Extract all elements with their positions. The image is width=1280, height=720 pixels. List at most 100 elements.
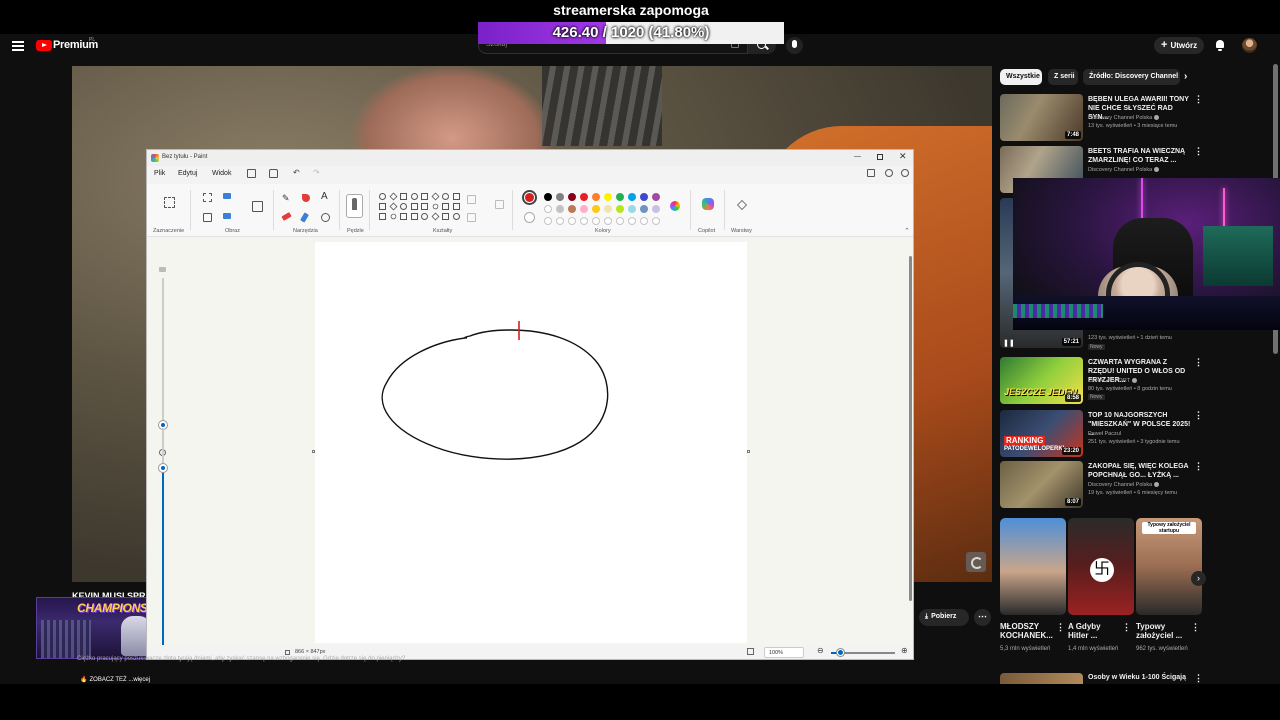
color-swatch[interactable] bbox=[628, 193, 636, 201]
replay-icon[interactable] bbox=[966, 552, 986, 572]
title-bar[interactable] bbox=[147, 150, 913, 166]
custom-color-slot[interactable] bbox=[652, 217, 660, 225]
create-button[interactable]: + Utwórz bbox=[1154, 37, 1204, 54]
video-thumbnail[interactable]: JESZCZE JEDEN 8:58 bbox=[1000, 357, 1083, 404]
color-swatch[interactable] bbox=[556, 205, 564, 213]
shape-icon[interactable] bbox=[400, 193, 407, 200]
minimize-button[interactable]: — bbox=[854, 153, 861, 160]
kebab-menu-icon[interactable]: ⋮ bbox=[1194, 461, 1203, 472]
magnifier-icon[interactable] bbox=[321, 213, 330, 222]
chip-series[interactable]: Z serii bbox=[1048, 69, 1078, 85]
shape-icon[interactable] bbox=[452, 213, 460, 220]
shape-icon[interactable] bbox=[379, 203, 386, 210]
kebab-menu-icon[interactable]: ⋮ bbox=[1056, 622, 1065, 633]
short-thumbnail[interactable]: Typowy założyciel startupu bbox=[1136, 518, 1202, 615]
chip-source[interactable]: Źródło: Discovery Channel bbox=[1083, 69, 1180, 85]
color-swatch[interactable] bbox=[568, 205, 576, 213]
video-thumbnail[interactable]: RANKING PATODEWELOPERKI 23:20 bbox=[1000, 410, 1083, 457]
menu-edit[interactable]: Edytuj bbox=[178, 170, 197, 177]
kebab-menu-icon[interactable]: ⋮ bbox=[1194, 673, 1203, 684]
chip-all[interactable]: Wszystkie bbox=[1000, 69, 1042, 85]
chevron-up-icon[interactable]: ⌃ bbox=[904, 227, 910, 235]
image-generator-icon[interactable] bbox=[252, 201, 263, 212]
color-swatch[interactable] bbox=[652, 193, 660, 201]
canvas-scrollbar[interactable] bbox=[909, 256, 912, 601]
shape-icon[interactable] bbox=[442, 213, 449, 220]
youtube-logo-icon[interactable] bbox=[36, 40, 52, 51]
list-item[interactable]: 7:48 BĘBEN ULEGA AWARII! TONY NIE CHCE S… bbox=[1000, 94, 1210, 146]
shape-icon[interactable] bbox=[400, 213, 407, 220]
shape-icon[interactable] bbox=[421, 203, 428, 210]
list-item[interactable]: RANKING PATODEWELOPERKI 23:20 TOP 10 NAJ… bbox=[1000, 410, 1210, 462]
paint-window[interactable]: Bez tytułu - Paint — ✕ Plik Edytuj Widok… bbox=[146, 149, 914, 660]
color-swatch[interactable] bbox=[616, 193, 624, 201]
hamburger-menu-icon[interactable] bbox=[12, 41, 24, 51]
menu-view[interactable]: Widok bbox=[212, 170, 231, 177]
color-swatch[interactable] bbox=[592, 193, 600, 201]
custom-color-slot[interactable] bbox=[544, 217, 552, 225]
undo-icon[interactable]: ↶ bbox=[293, 168, 300, 177]
color-swatch[interactable] bbox=[652, 205, 660, 213]
shape-icon[interactable] bbox=[421, 193, 428, 200]
shape-icon[interactable] bbox=[379, 213, 386, 220]
voice-search-button[interactable] bbox=[786, 37, 803, 54]
kebab-menu-icon[interactable]: ⋮ bbox=[1191, 622, 1200, 633]
copilot-icon[interactable] bbox=[702, 198, 714, 210]
pause-icon[interactable]: ❚❚ bbox=[1003, 339, 1015, 347]
line-width-icon[interactable] bbox=[495, 200, 504, 209]
rec-channel[interactable]: Discovery Channel Polska bbox=[1088, 482, 1160, 488]
color-swatch[interactable] bbox=[592, 205, 600, 213]
color-swatch[interactable] bbox=[544, 193, 552, 201]
custom-color-slot[interactable] bbox=[580, 217, 588, 225]
short-thumbnail[interactable] bbox=[1000, 518, 1066, 615]
kebab-menu-icon[interactable]: ⋮ bbox=[1122, 622, 1131, 633]
resize-icon[interactable] bbox=[223, 193, 231, 199]
short-title[interactable]: MŁODSZY KOCHANEK... bbox=[1000, 622, 1060, 640]
short-title[interactable]: Typowy założyciel ... bbox=[1136, 622, 1190, 640]
color-swatch[interactable] bbox=[640, 193, 648, 201]
pencil-icon[interactable]: ✎ bbox=[282, 193, 291, 203]
rec-channel[interactable]: Discovery Channel Polska bbox=[1088, 167, 1160, 173]
notifications-bell-icon[interactable] bbox=[1215, 40, 1225, 51]
list-item[interactable]: JESZCZE JEDEN 8:58 CZWARTA WYGRANA Z RZĘ… bbox=[1000, 357, 1210, 409]
see-more-link[interactable]: 🔥 ZOBACZ TEŻ ...więcej bbox=[80, 676, 150, 683]
custom-color-slot[interactable] bbox=[628, 217, 636, 225]
zoom-in-icon[interactable]: ⊕ bbox=[901, 646, 908, 655]
shape-icon[interactable] bbox=[452, 203, 460, 210]
short-thumbnail[interactable]: 卐 bbox=[1068, 518, 1134, 615]
redo-icon[interactable]: ↷ bbox=[313, 168, 320, 177]
save-icon[interactable] bbox=[247, 169, 256, 178]
canvas-resize-handle[interactable] bbox=[747, 450, 750, 453]
color-swatch[interactable] bbox=[604, 205, 612, 213]
avatar[interactable] bbox=[1242, 38, 1257, 53]
rec-title[interactable]: Osoby w Wieku 1-100 Ścigają bbox=[1088, 674, 1186, 681]
opacity-thumb[interactable] bbox=[159, 464, 167, 472]
selection-tool-icon[interactable] bbox=[164, 197, 175, 208]
color-swatch[interactable] bbox=[604, 193, 612, 201]
kebab-menu-icon[interactable]: ⋮ bbox=[1194, 410, 1203, 421]
list-item[interactable]: 8:07 ZAKOPAŁ SIĘ, WIĘC KOLEGA POPCHNĄŁ G… bbox=[1000, 461, 1210, 513]
custom-color-slot[interactable] bbox=[640, 217, 648, 225]
rec-channel[interactable]: CANAL+ SPORT bbox=[1088, 378, 1137, 384]
account-icon[interactable] bbox=[885, 169, 893, 177]
shape-icon[interactable] bbox=[452, 193, 460, 200]
shape-outline-icon[interactable] bbox=[467, 195, 476, 204]
shape-icon[interactable] bbox=[442, 203, 449, 210]
color-swatch[interactable] bbox=[580, 205, 588, 213]
crop-icon[interactable] bbox=[203, 193, 212, 202]
chevron-right-icon[interactable]: › bbox=[1184, 71, 1187, 82]
canvas-resize-handle[interactable] bbox=[312, 450, 315, 453]
text-tool-icon[interactable]: A bbox=[321, 191, 330, 202]
shape-icon[interactable] bbox=[410, 203, 418, 210]
color-swatch[interactable] bbox=[628, 205, 636, 213]
zoom-slider-thumb[interactable] bbox=[837, 649, 844, 656]
custom-color-slot[interactable] bbox=[592, 217, 600, 225]
chevron-right-icon[interactable]: › bbox=[1191, 571, 1206, 586]
custom-color-slot[interactable] bbox=[616, 217, 624, 225]
shape-icon[interactable] bbox=[410, 213, 418, 220]
shape-icon[interactable] bbox=[400, 203, 407, 210]
fill-bucket-icon[interactable] bbox=[302, 194, 310, 202]
maximize-button[interactable] bbox=[877, 154, 883, 160]
video-thumbnail[interactable]: 8:07 bbox=[1000, 461, 1083, 508]
color-swatch[interactable] bbox=[616, 205, 624, 213]
